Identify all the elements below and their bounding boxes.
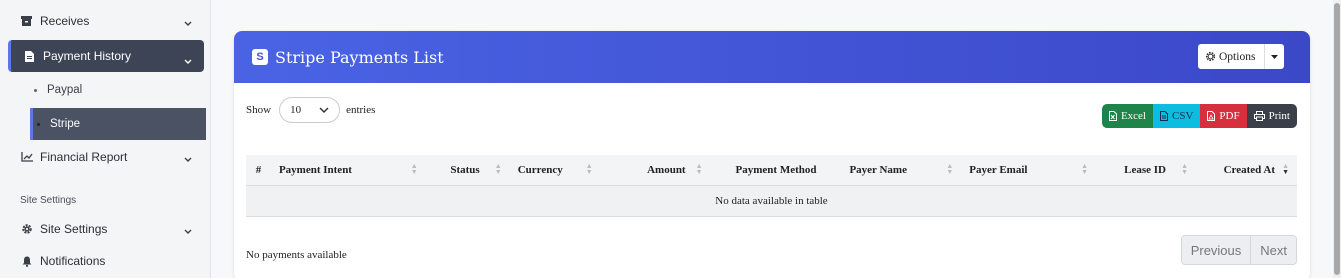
sidebar-item-notifications[interactable]: Notifications — [8, 245, 204, 277]
printer-icon — [1253, 111, 1265, 121]
print-label: Print — [1268, 110, 1290, 122]
column-label: Payer Email — [969, 163, 1028, 176]
sidebar-subitem-stripe[interactable]: Stripe — [30, 108, 206, 140]
sort-icon: ▲ ▼ — [1181, 162, 1188, 176]
sort-desc-icon: ▲ ▼ — [1282, 162, 1289, 176]
table-header-row: # Payment Intent ▲ ▼ Status ▲ ▼ Currency ▲ ▼ A… — [246, 155, 1297, 186]
stripe-icon: S — [252, 49, 268, 65]
empty-table-message: No data available in table — [715, 194, 828, 207]
column-header[interactable]: Payer Name ▲ ▼ — [841, 155, 962, 186]
next-button[interactable]: Next — [1250, 236, 1296, 264]
payments-table: # Payment Intent ▲ ▼ Status ▲ ▼ Currency ▲ ▼ A… — [246, 155, 1297, 217]
column-label: Payment Intent — [278, 163, 352, 176]
column-header[interactable]: Lease ID ▲ ▼ — [1096, 155, 1196, 186]
length-control: Show 10 entries — [246, 97, 375, 123]
column-header[interactable]: # — [246, 155, 271, 186]
sidebar: Receives Payment History Paypal Stripe F… — [0, 0, 211, 278]
column-header[interactable]: Status ▲ ▼ — [425, 155, 510, 186]
caret-down-icon[interactable] — [1264, 44, 1284, 69]
csv-button[interactable]: CSV — [1153, 104, 1201, 128]
table-info: No payments available — [246, 249, 347, 261]
pagination: Previous Next — [1180, 235, 1297, 265]
sidebar-item-label: Receives — [40, 14, 90, 28]
column-header[interactable]: Payment Method — [710, 155, 842, 186]
table-row-empty: No data available in table — [246, 185, 1297, 216]
column-label: Status — [450, 163, 480, 176]
column-header[interactable]: Amount ▲ ▼ — [600, 155, 711, 186]
pdf-button[interactable]: PDF — [1200, 104, 1247, 128]
entries-value: 10 — [290, 104, 302, 116]
sidebar-item-site-settings[interactable]: Site Settings — [8, 213, 204, 245]
sidebar-section-heading: Site Settings — [20, 195, 77, 206]
export-buttons: Excel CSV PDF Print — [1101, 104, 1297, 128]
column-header[interactable]: Created At ▲ ▼ — [1196, 155, 1297, 186]
previous-button[interactable]: Previous — [1181, 236, 1251, 264]
file-csv-icon — [1160, 111, 1168, 121]
entries-label: entries — [346, 104, 376, 116]
sort-icon: ▲ ▼ — [695, 162, 703, 176]
column-header[interactable]: Currency ▲ ▼ — [509, 155, 601, 186]
sidebar-item-label: Financial Report — [40, 150, 128, 164]
card-header: S Stripe Payments List Options — [234, 31, 1310, 83]
bullet-icon — [34, 88, 37, 92]
sidebar-item-payment-history[interactable]: Payment History — [8, 40, 204, 72]
sidebar-item-label: Payment History — [43, 49, 132, 63]
excel-button[interactable]: Excel — [1101, 104, 1153, 128]
chevron-down-icon — [184, 152, 192, 166]
column-label: # — [255, 163, 262, 176]
sidebar-item-receives[interactable]: Receives — [8, 5, 204, 37]
column-label: Lease ID — [1124, 163, 1166, 176]
sidebar-item-label: Site Settings — [40, 222, 108, 236]
scrollbar-thumb[interactable] — [1334, 3, 1340, 275]
chevron-down-icon — [184, 224, 192, 238]
print-button[interactable]: Print — [1246, 104, 1297, 128]
page-scrollbar[interactable] — [1333, 0, 1341, 278]
options-label: Options — [1219, 50, 1256, 63]
column-header[interactable]: Payment Intent ▲ ▼ — [270, 155, 426, 186]
page-title: Stripe Payments List — [275, 47, 444, 67]
sort-icon: ▲ ▼ — [946, 162, 954, 176]
column-label: Amount — [647, 163, 686, 176]
sort-icon: ▲ ▼ — [494, 162, 502, 176]
entries-select[interactable]: 10 — [279, 97, 341, 123]
receipt-icon — [20, 15, 33, 28]
bell-icon — [20, 255, 33, 268]
bullet-icon — [37, 122, 40, 126]
sort-icon: ▲ ▼ — [410, 162, 418, 176]
column-label: Payer Name — [849, 163, 907, 176]
chevron-down-icon — [184, 54, 192, 68]
column-label: Currency — [517, 163, 563, 176]
sidebar-subitem-paypal[interactable]: Paypal — [30, 74, 206, 106]
column-header[interactable]: Payer Email ▲ ▼ — [961, 155, 1097, 186]
sort-icon: ▲ ▼ — [585, 162, 593, 176]
gear-icon — [1205, 51, 1216, 62]
pdf-label: PDF — [1219, 110, 1240, 122]
show-label: Show — [246, 104, 272, 116]
options-button[interactable]: Options — [1198, 44, 1284, 69]
sidebar-item-label: Notifications — [40, 254, 106, 268]
chart-line-icon — [20, 151, 33, 164]
sort-icon: ▲ ▼ — [1081, 162, 1089, 176]
chevron-down-icon — [319, 105, 329, 117]
stripe-payments-card: S Stripe Payments List Options Show 10 e… — [234, 31, 1310, 278]
gear-icon — [20, 223, 33, 236]
sidebar-subitem-label: Stripe — [50, 118, 81, 130]
column-label: Created At — [1223, 163, 1275, 176]
file-excel-icon — [1108, 111, 1117, 121]
sidebar-item-financial-report[interactable]: Financial Report — [8, 141, 204, 173]
csv-label: CSV — [1172, 110, 1194, 122]
sidebar-subitem-label: Paypal — [47, 84, 83, 96]
excel-label: Excel — [1120, 110, 1146, 122]
column-label: Payment Method — [735, 163, 817, 176]
document-icon — [23, 50, 36, 63]
file-pdf-icon — [1207, 111, 1216, 121]
chevron-down-icon — [184, 16, 192, 30]
